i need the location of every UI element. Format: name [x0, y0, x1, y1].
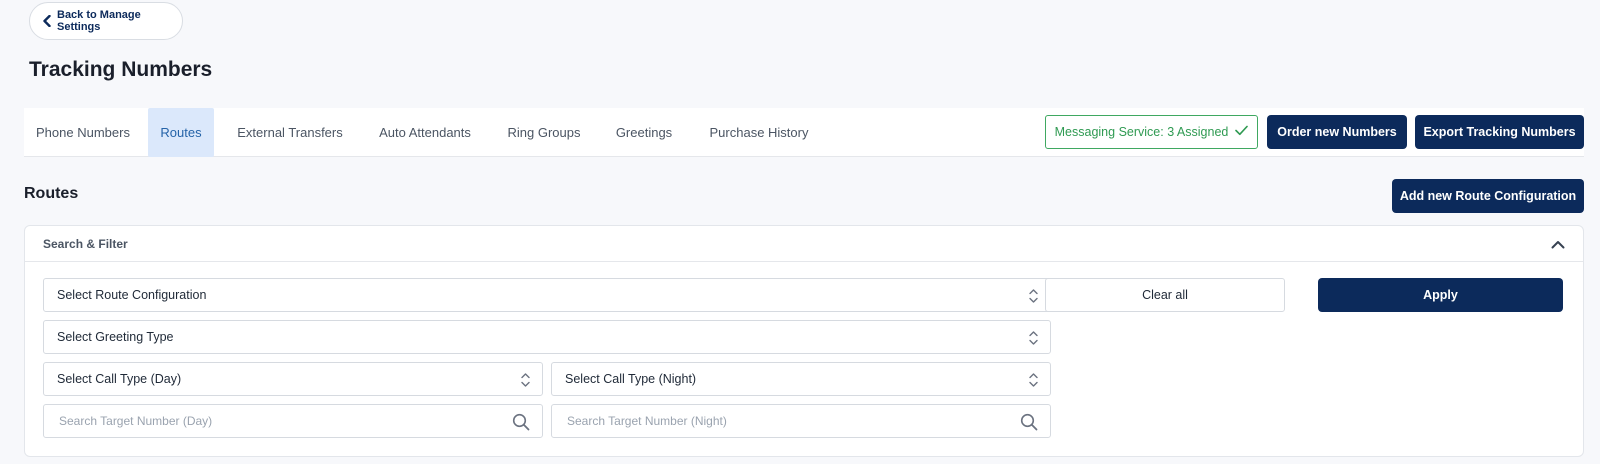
target-number-night-search — [551, 404, 1051, 438]
tab-auto-attendants[interactable]: Auto Attendants — [360, 108, 490, 157]
tab-label: Routes — [160, 125, 202, 140]
back-to-manage-settings-button[interactable]: Back to Manage Settings — [29, 2, 183, 40]
back-button-label: Back to Manage Settings — [57, 9, 141, 33]
tab-phone-numbers[interactable]: Phone Numbers — [24, 108, 142, 157]
panel-title: Search & Filter — [43, 237, 128, 251]
search-icon[interactable] — [512, 413, 530, 436]
call-type-day-select[interactable]: Select Call Type (Day) — [43, 362, 543, 396]
chevron-up-down-icon — [1029, 288, 1038, 307]
chevron-up-down-icon — [1029, 372, 1038, 391]
tab-label: Auto Attendants — [379, 125, 471, 140]
panel-header: Search & Filter — [25, 226, 1583, 262]
chevron-up-down-icon — [521, 372, 530, 391]
search-icon[interactable] — [1020, 413, 1038, 436]
select-value: Select Route Configuration — [57, 288, 207, 302]
tab-greetings[interactable]: Greetings — [598, 108, 690, 157]
tab-routes[interactable]: Routes — [148, 108, 214, 157]
tab-label: Phone Numbers — [36, 125, 130, 140]
select-value: Select Call Type (Day) — [57, 372, 182, 386]
apply-button[interactable]: Apply — [1318, 278, 1563, 312]
select-value: Select Call Type (Night) — [565, 372, 697, 386]
call-type-night-select[interactable]: Select Call Type (Night) — [551, 362, 1051, 396]
route-configuration-select[interactable]: Select Route Configuration — [43, 278, 1051, 312]
export-tracking-numbers-button[interactable]: Export Tracking Numbers — [1415, 115, 1584, 149]
target-number-day-search — [43, 404, 543, 438]
messaging-service-label: Messaging Service: 3 Assigned — [1054, 125, 1229, 139]
messaging-service-badge[interactable]: Messaging Service: 3 Assigned — [1045, 115, 1258, 149]
section-title: Routes — [24, 185, 79, 202]
tab-ring-groups[interactable]: Ring Groups — [490, 108, 598, 157]
tab-label: Purchase History — [709, 125, 809, 140]
chevron-up-down-icon — [1029, 330, 1038, 349]
add-route-configuration-button[interactable]: Add new Route Configuration — [1392, 179, 1584, 213]
order-new-numbers-button[interactable]: Order new Numbers — [1267, 115, 1407, 149]
clear-all-button[interactable]: Clear all — [1045, 278, 1285, 312]
select-value: Select Greeting Type — [57, 330, 174, 344]
tab-label: External Transfers — [237, 125, 343, 140]
check-icon — [1235, 125, 1249, 139]
tab-label: Ring Groups — [507, 125, 581, 140]
greeting-type-select[interactable]: Select Greeting Type — [43, 320, 1051, 354]
tab-purchase-history[interactable]: Purchase History — [690, 108, 828, 157]
chevron-up-icon[interactable] — [1551, 236, 1565, 254]
target-number-day-input[interactable] — [44, 405, 542, 437]
target-number-night-input[interactable] — [552, 405, 1050, 437]
chevron-left-icon — [43, 15, 51, 27]
tab-label: Greetings — [615, 125, 673, 140]
page-title: Tracking Numbers — [29, 58, 213, 81]
tab-external-transfers[interactable]: External Transfers — [220, 108, 360, 157]
